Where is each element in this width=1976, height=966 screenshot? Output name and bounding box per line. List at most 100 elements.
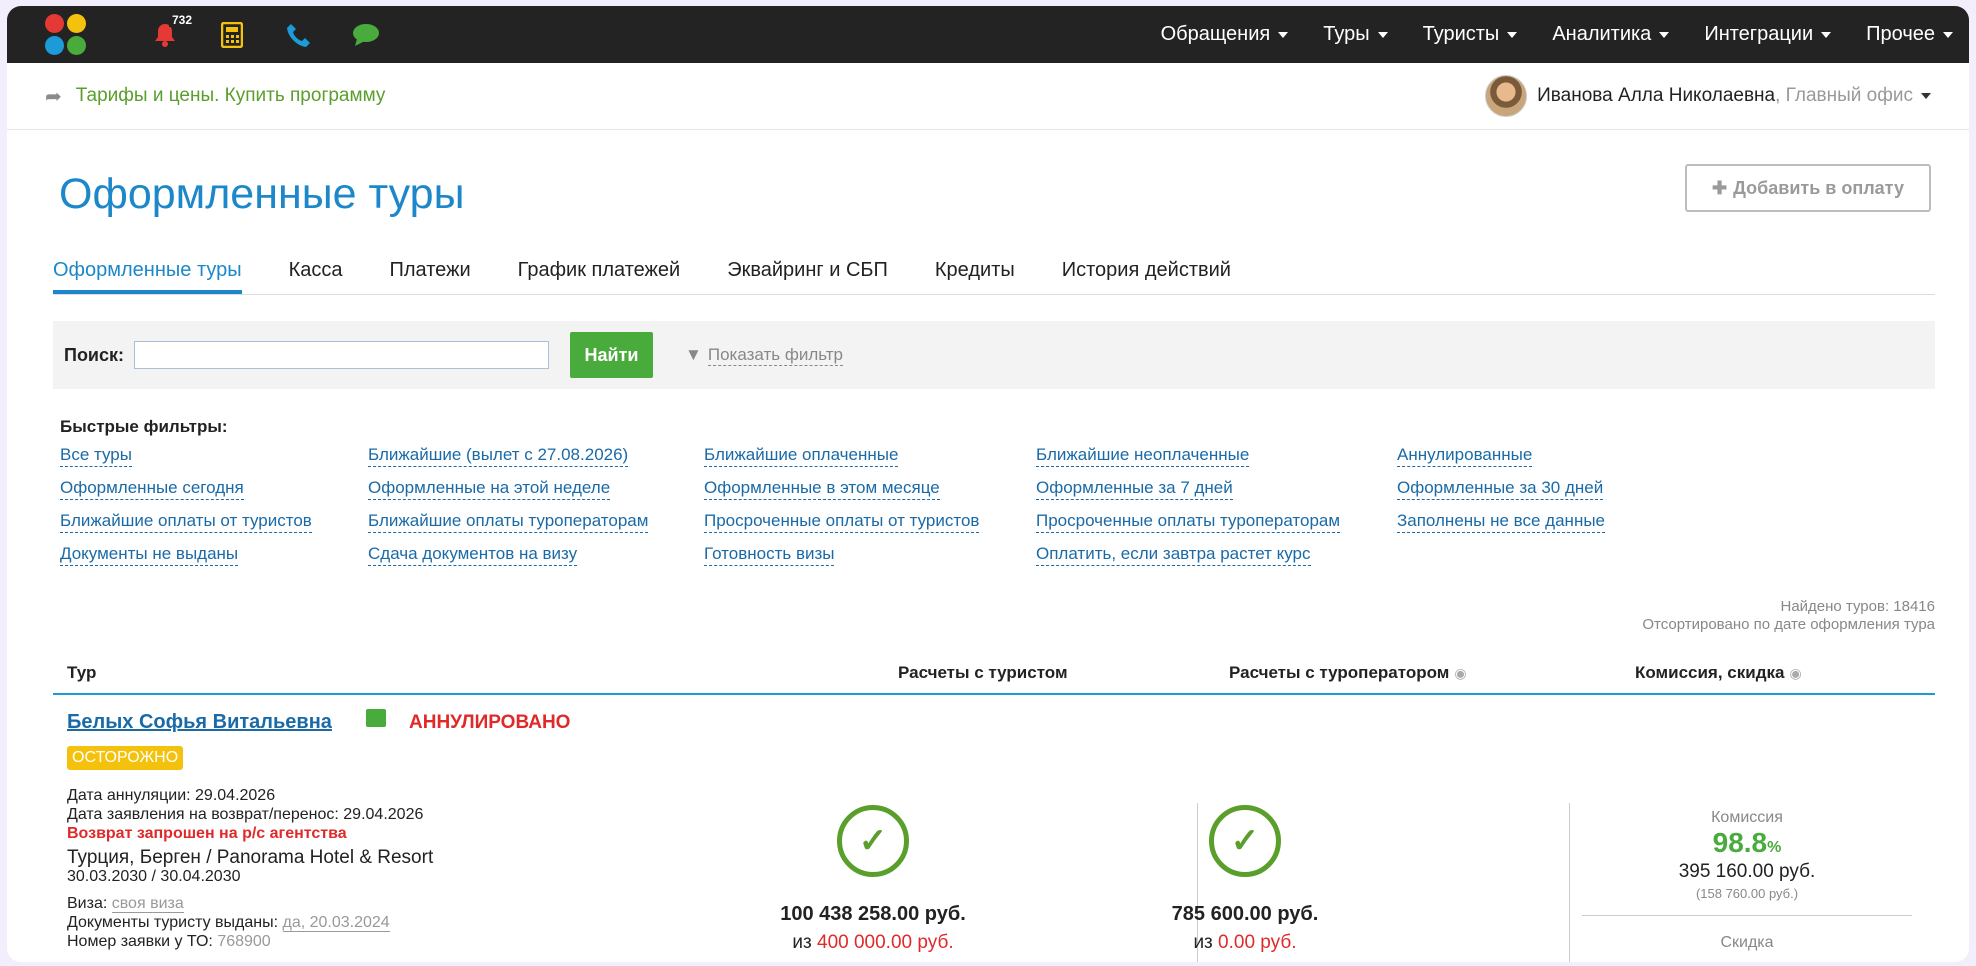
quick-filter-link[interactable]: Ближайшие оплаченные — [704, 444, 899, 467]
destination: Турция, Берген / Panorama Hotel & Resort — [67, 847, 434, 868]
docs-label: Документы туристу выданы: — [67, 914, 283, 931]
quick-filter-link[interactable]: Ближайшие оплаты туроператорам — [368, 510, 649, 533]
chevron-down-icon — [1921, 93, 1931, 99]
chevron-down-icon — [1821, 31, 1832, 38]
menu-item-integrations[interactable]: Интеграции — [1704, 23, 1832, 46]
tab-cash[interactable]: Касса — [289, 249, 343, 294]
eye-icon[interactable]: ◉ — [1454, 665, 1466, 681]
tab-acquiring[interactable]: Эквайринг и СБП — [727, 249, 888, 294]
quick-filters-title: Быстрые фильтры: — [60, 417, 228, 436]
bell-icon[interactable]: 732 — [145, 12, 196, 55]
of-prefix: из — [1193, 932, 1219, 953]
visa-link[interactable]: своя виза — [111, 895, 184, 913]
quick-filter-link[interactable]: Оформленные за 7 дней — [1036, 477, 1233, 500]
tourist-name-link[interactable]: Белых Софья Витальевна — [67, 711, 332, 734]
menu-item-analytics[interactable]: Аналитика — [1552, 23, 1670, 46]
tabs: Оформленные туры Касса Платежи График пл… — [53, 249, 1935, 295]
quick-filter-link[interactable]: Ближайшие (вылет с 27.08.2026) — [368, 444, 629, 467]
quick-filter-link[interactable]: Аннулированные — [1397, 444, 1533, 467]
commission-block: Комиссия 98.8% 395 160.00 руб. (158 760.… — [1582, 809, 1912, 952]
operator-total-value: 0.00 руб. — [1218, 932, 1297, 953]
calculator-icon[interactable] — [212, 15, 252, 55]
topbar-icons: 732 — [45, 12, 413, 56]
tab-credits[interactable]: Кредиты — [935, 249, 1015, 294]
tourist-amount: 100 438 258.00 руб. — [780, 903, 966, 925]
quick-filter-link[interactable]: Оплатить, если завтра растет курс — [1036, 543, 1311, 566]
tariff-link[interactable]: ➦ Тарифы и цены. Купить программу — [45, 84, 385, 109]
menu-item-tours[interactable]: Туры — [1323, 23, 1388, 46]
sort-info: Отсортировано по дате оформления тура — [1642, 616, 1935, 633]
menu-item-label: Прочее — [1866, 23, 1935, 45]
find-button[interactable]: Найти — [570, 332, 654, 378]
quick-filters: Быстрые фильтры: Все туры Ближайшие (выл… — [53, 417, 1935, 566]
quick-filter-link[interactable]: Оформленные сегодня — [60, 477, 244, 500]
chevron-down-icon — [1377, 31, 1388, 38]
menu-item-tourists[interactable]: Туристы — [1423, 23, 1518, 46]
app-logo-icon[interactable] — [45, 13, 87, 56]
share-arrow-icon: ➦ — [45, 85, 62, 108]
visa-label: Виза: — [67, 895, 112, 912]
eye-icon[interactable]: ◉ — [1789, 665, 1801, 681]
quick-filter-link[interactable]: Оформленные на этой неделе — [368, 477, 611, 500]
quick-filter-link[interactable]: Заполнены не все данные — [1397, 510, 1606, 533]
header-commission: Комиссия, скидка ◉ — [1635, 663, 1802, 683]
quick-filter-link[interactable]: Сдача документов на визу — [368, 543, 578, 566]
header-commission-label: Комиссия, скидка — [1635, 663, 1785, 682]
annul-date: Дата аннуляции: 29.04.2026 — [67, 787, 276, 804]
menu-item-label: Туры — [1323, 23, 1370, 45]
table-header: Тур Расчеты с туристом Расчеты с туропер… — [53, 653, 1935, 695]
percent-sign: % — [1767, 839, 1782, 856]
quick-filter-link[interactable]: Просроченные оплаты туроператорам — [1036, 510, 1341, 533]
menu-item-requests[interactable]: Обращения — [1161, 23, 1289, 46]
refund-date: Дата заявления на возврат/перенос: 29.04… — [67, 806, 424, 823]
quick-filter-link[interactable]: Все туры — [60, 444, 132, 467]
page-title: Оформленные туры — [59, 170, 465, 218]
commission-sub: (158 760.00 руб.) — [1695, 886, 1799, 901]
request-number: 768900 — [217, 933, 271, 950]
check-circle-icon: ✓ — [837, 805, 909, 877]
chevron-down-icon — [1943, 31, 1953, 38]
quick-filter-link[interactable]: Оформленные за 30 дней — [1397, 477, 1604, 500]
commission-sum: 395 160.00 руб. — [1678, 861, 1816, 882]
add-to-payment-button[interactable]: ✚ Добавить в оплату — [1685, 164, 1931, 212]
search-bar: Поиск: Найти ▼ Показать фильтр — [53, 321, 1935, 389]
user-menu[interactable]: Иванова Алла Николаевна , Главный офис — [1485, 75, 1931, 117]
menu-item-label: Аналитика — [1552, 23, 1652, 45]
tourist-payment: ✓ 100 438 258.00 руб. из 400 000.00 руб. — [688, 805, 1058, 954]
operator-payment: ✓ 785 600.00 руб. из 0.00 руб. — [1060, 805, 1430, 954]
quick-filter-link[interactable]: Ближайшие оплаты от туристов — [60, 510, 312, 533]
quick-filter-link[interactable]: Ближайшие неоплаченные — [1036, 444, 1250, 467]
chat-icon[interactable] — [346, 15, 386, 55]
operator-total: из 0.00 руб. — [1060, 932, 1430, 954]
quick-filter-link[interactable]: Просроченные оплаты от туристов — [704, 510, 980, 533]
request-line: Номер заявки у ТО: 768900 — [67, 932, 433, 951]
tab-issued-tours[interactable]: Оформленные туры — [53, 249, 242, 294]
tab-payment-schedule[interactable]: График платежей — [518, 249, 681, 294]
chevron-down-icon — [1659, 31, 1670, 38]
check-circle-icon: ✓ — [1209, 805, 1281, 877]
quick-filter-link[interactable]: Документы не выданы — [60, 543, 239, 566]
main-content: Оформленные туры ✚ Добавить в оплату Офо… — [53, 130, 1935, 962]
quick-filter-link[interactable]: Оформленные в этом месяце — [704, 477, 940, 500]
header-tourist: Расчеты с туристом — [898, 663, 1068, 682]
search-input[interactable] — [134, 341, 550, 369]
phone-icon[interactable] — [279, 15, 319, 55]
docs-link[interactable]: да, 20.03.2024 — [282, 914, 390, 932]
header-operator: Расчеты с туроператором ◉ — [1229, 663, 1635, 683]
menu-item-other[interactable]: Прочее — [1866, 23, 1953, 46]
message-icon[interactable] — [366, 709, 386, 727]
warning-badge: ОСТОРОЖНО — [67, 746, 184, 770]
divider — [1582, 915, 1912, 916]
tab-payments[interactable]: Платежи — [390, 249, 471, 294]
table-row: Белых Софья Витальевна АННУЛИРОВАНО ОСТО… — [53, 695, 1935, 962]
tab-history[interactable]: История действий — [1062, 249, 1231, 294]
user-office: , Главный офис — [1775, 85, 1913, 106]
quick-filters-grid: Все туры Ближайшие (вылет с 27.08.2026) … — [60, 444, 1935, 566]
found-count: Найдено туров: 18416 — [1780, 598, 1935, 615]
show-filter-link[interactable]: ▼ Показать фильтр — [685, 345, 844, 366]
of-prefix: из — [792, 932, 817, 953]
quick-filter-link[interactable]: Готовность визы — [704, 543, 835, 566]
tourist-total: из 400 000.00 руб. — [688, 932, 1058, 954]
menu-item-label: Интеграции — [1704, 23, 1814, 45]
tourist-total-value: 400 000.00 руб. — [817, 932, 954, 953]
